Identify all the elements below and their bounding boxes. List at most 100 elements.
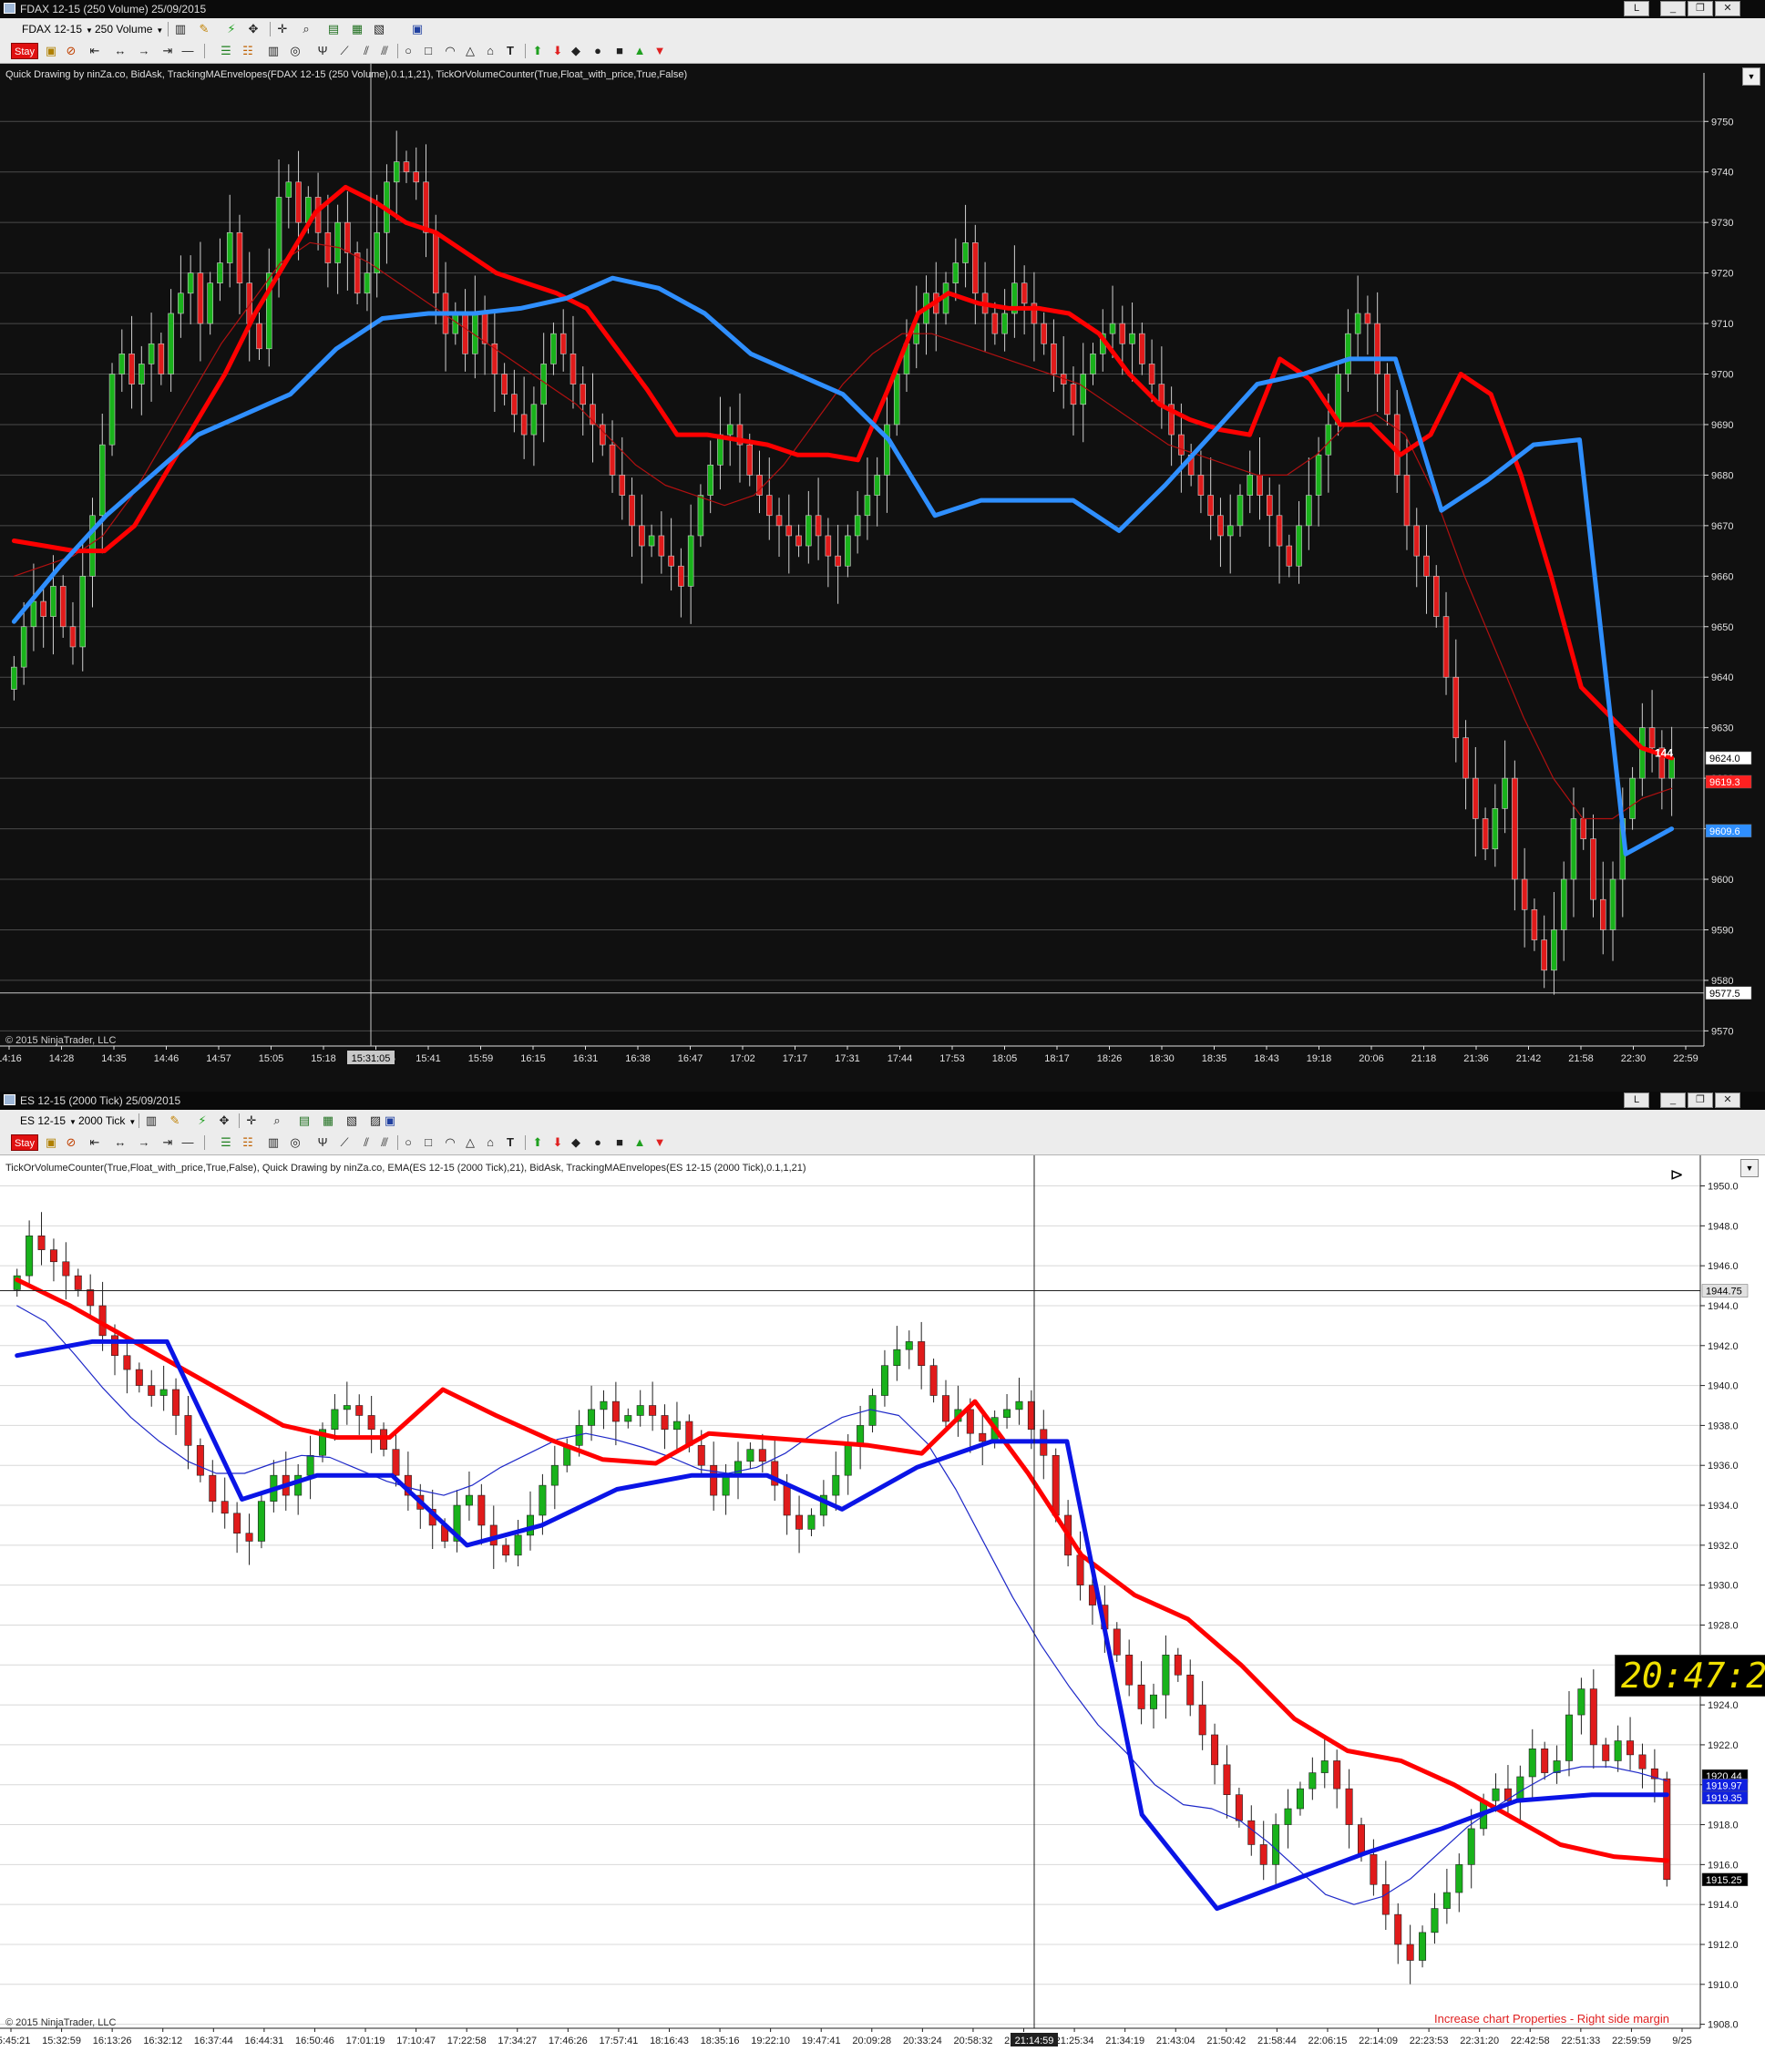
ray-icon[interactable]: → bbox=[137, 1135, 151, 1150]
arrow-up-icon[interactable]: ⬆ bbox=[530, 44, 545, 58]
square-icon[interactable]: ■ bbox=[612, 44, 627, 58]
trade-icon[interactable]: ▣ bbox=[383, 1113, 397, 1128]
arrow-left-right-icon[interactable]: ⇤ bbox=[87, 1135, 102, 1150]
fib-retracement-icon[interactable]: ☰ bbox=[219, 44, 233, 58]
top-instrument-selector[interactable]: FDAX 12-15 ▼ bbox=[22, 21, 93, 37]
dot-icon[interactable]: ● bbox=[590, 1135, 605, 1150]
top-stay-button[interactable]: Stay bbox=[11, 43, 38, 59]
fib-retracement-icon[interactable]: ☰ bbox=[219, 1135, 233, 1150]
triangle-down-icon[interactable]: ▼ bbox=[652, 1135, 667, 1150]
bar-type-icon[interactable]: ▥ bbox=[144, 1113, 159, 1128]
top-chart-area[interactable]: 9570958095909600961096209630964096509660… bbox=[0, 64, 1765, 1092]
text-icon[interactable]: T bbox=[503, 1135, 518, 1150]
bottom-instrument-selector[interactable]: ES 12-15 ▼ bbox=[20, 1113, 77, 1129]
dot-icon[interactable]: ● bbox=[590, 44, 605, 58]
triangle-down-icon[interactable]: ▼ bbox=[652, 44, 667, 58]
templates-icon[interactable]: ▨ bbox=[368, 1113, 383, 1128]
extended-line-icon[interactable]: ⇥ bbox=[160, 44, 175, 58]
wand-icon[interactable]: ⚡ bbox=[224, 22, 239, 36]
diamond-icon[interactable]: ◆ bbox=[569, 1135, 583, 1150]
ruler-icon[interactable]: ⊘ bbox=[64, 44, 78, 58]
bottom-period-selector[interactable]: 2000 Tick ▼ bbox=[78, 1113, 136, 1129]
pan-icon[interactable]: ✥ bbox=[246, 22, 261, 36]
fib-circle-icon[interactable]: ◎ bbox=[288, 1135, 303, 1150]
arrow-both-icon[interactable]: ↔ bbox=[113, 1135, 128, 1150]
fib-circle-icon[interactable]: ◎ bbox=[288, 44, 303, 58]
ray-icon[interactable]: → bbox=[137, 44, 151, 58]
regression-channel-icon[interactable]: ⫽ bbox=[359, 44, 374, 58]
fib-extension-icon[interactable]: ☷ bbox=[241, 1135, 255, 1150]
diamond-icon[interactable]: ◆ bbox=[569, 44, 583, 58]
bottom-minimize-button[interactable]: _ bbox=[1660, 1092, 1686, 1108]
top-scroll-dropdown-icon[interactable]: ▼ bbox=[1742, 67, 1760, 86]
data-box-icon[interactable]: ▦ bbox=[350, 22, 364, 36]
pencil-icon[interactable]: ✎ bbox=[197, 22, 211, 36]
arrow-both-icon[interactable]: ↔ bbox=[113, 44, 128, 58]
bottom-play-icon[interactable]: ⊳ bbox=[1668, 1166, 1686, 1185]
top-price-chart[interactable]: 9570958095909600961096209630964096509660… bbox=[0, 64, 1765, 1092]
polygon-icon[interactable]: ⌂ bbox=[483, 44, 498, 58]
triangle-up-icon[interactable]: ▲ bbox=[632, 44, 647, 58]
gann-fan-icon[interactable]: ⟋ bbox=[337, 44, 352, 58]
bottom-scroll-dropdown-icon[interactable]: ▼ bbox=[1740, 1159, 1759, 1177]
fib-time-icon[interactable]: ▥ bbox=[266, 1135, 281, 1150]
arrow-down-icon[interactable]: ⬇ bbox=[550, 1135, 565, 1150]
polygon-icon[interactable]: ⌂ bbox=[483, 1135, 498, 1150]
top-close-button[interactable]: ✕ bbox=[1715, 1, 1740, 16]
bottom-close-button[interactable]: ✕ bbox=[1715, 1092, 1740, 1108]
arc-icon[interactable]: ◠ bbox=[443, 44, 457, 58]
bottom-link-button[interactable]: L bbox=[1624, 1092, 1649, 1108]
crosshair-icon[interactable]: ✛ bbox=[244, 1113, 259, 1128]
bottom-chart-area[interactable]: 1908.01910.01912.01914.01916.01918.01920… bbox=[0, 1155, 1765, 2072]
bottom-restore-button[interactable]: ❐ bbox=[1688, 1092, 1713, 1108]
top-period-selector[interactable]: 250 Volume ▼ bbox=[95, 21, 163, 37]
arrow-left-right-icon[interactable]: ⇤ bbox=[87, 44, 102, 58]
triangle-icon[interactable]: △ bbox=[463, 44, 477, 58]
fib-extension-icon[interactable]: ☷ bbox=[241, 44, 255, 58]
triangle-icon[interactable]: △ bbox=[463, 1135, 477, 1150]
data-box-icon[interactable]: ▦ bbox=[321, 1113, 335, 1128]
ellipse-icon[interactable]: ○ bbox=[401, 44, 416, 58]
ellipse-icon[interactable]: ○ bbox=[401, 1135, 416, 1150]
ruler-icon[interactable]: ⊘ bbox=[64, 1135, 78, 1150]
fib-time-icon[interactable]: ▥ bbox=[266, 44, 281, 58]
rectangle-icon[interactable]: □ bbox=[421, 44, 436, 58]
regression-channel-icon[interactable]: ⫽ bbox=[359, 1135, 374, 1150]
rectangle-icon[interactable]: □ bbox=[421, 1135, 436, 1150]
andrews-pitchfork-icon[interactable]: Ψ bbox=[315, 1135, 330, 1150]
top-minimize-button[interactable]: _ bbox=[1660, 1, 1686, 16]
pan-icon[interactable]: ✥ bbox=[217, 1113, 231, 1128]
extended-line-icon[interactable]: ⇥ bbox=[160, 1135, 175, 1150]
bar-type-icon[interactable]: ▥ bbox=[173, 22, 188, 36]
pencil-icon[interactable]: ✎ bbox=[168, 1113, 182, 1128]
crosshair-icon[interactable]: ✛ bbox=[275, 22, 290, 36]
zoom-icon[interactable]: ⌕ bbox=[270, 1113, 284, 1128]
color-box-icon[interactable]: ▣ bbox=[44, 44, 58, 58]
trend-channel-icon[interactable]: ⫻ bbox=[377, 1135, 392, 1150]
top-restore-button[interactable]: ❐ bbox=[1688, 1, 1713, 16]
line-icon[interactable]: — bbox=[180, 1135, 195, 1150]
arc-icon[interactable]: ◠ bbox=[443, 1135, 457, 1150]
strategies-icon[interactable]: ▧ bbox=[372, 22, 386, 36]
square-icon[interactable]: ■ bbox=[612, 1135, 627, 1150]
zoom-icon[interactable]: ⌕ bbox=[299, 22, 313, 36]
text-icon[interactable]: T bbox=[503, 44, 518, 58]
wand-icon[interactable]: ⚡ bbox=[195, 1113, 210, 1128]
bottom-price-chart[interactable]: 1908.01910.01912.01914.01916.01918.01920… bbox=[0, 1155, 1765, 2072]
properties-icon[interactable]: ▤ bbox=[326, 22, 341, 36]
gann-fan-icon[interactable]: ⟋ bbox=[337, 1135, 352, 1150]
properties-icon[interactable]: ▤ bbox=[297, 1113, 312, 1128]
strategies-icon[interactable]: ▧ bbox=[344, 1113, 359, 1128]
templates-icon[interactable]: ▣ bbox=[410, 22, 425, 36]
bottom-stay-button[interactable]: Stay bbox=[11, 1134, 38, 1151]
trend-channel-icon[interactable]: ⫻ bbox=[377, 44, 392, 58]
line-icon[interactable]: — bbox=[180, 44, 195, 58]
triangle-up-icon[interactable]: ▲ bbox=[632, 1135, 647, 1150]
color-box-icon[interactable]: ▣ bbox=[44, 1135, 58, 1150]
andrews-pitchfork-icon[interactable]: Ψ bbox=[315, 44, 330, 58]
candle-body bbox=[600, 1400, 608, 1410]
arrow-up-icon[interactable]: ⬆ bbox=[530, 1135, 545, 1150]
arrow-down-icon[interactable]: ⬇ bbox=[550, 44, 565, 58]
top-link-button[interactable]: L bbox=[1624, 1, 1649, 16]
candle-body bbox=[1237, 495, 1244, 527]
